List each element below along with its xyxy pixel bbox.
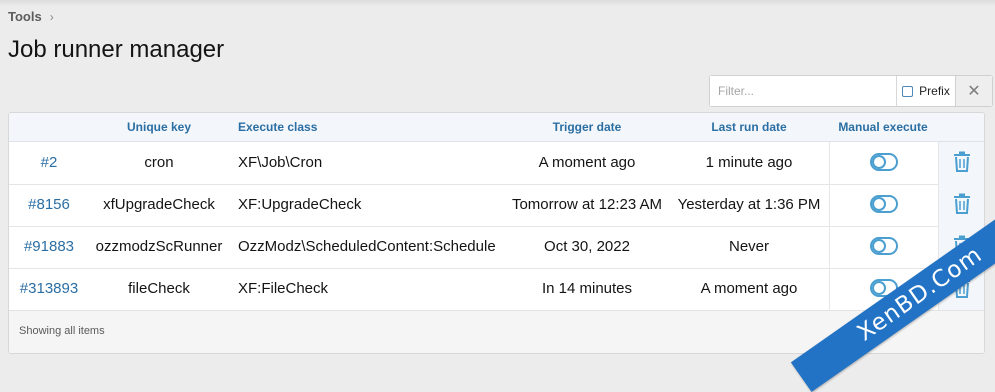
toggle-icon [870,153,898,172]
last-run-date: 1 minute ago [705,154,793,171]
table-row: #2 cron XF\Job\Cron A moment ago 1 minut… [9,142,984,185]
breadcrumb-link-tools[interactable]: Tools [8,9,42,24]
unique-key: ozzmodzScRunner [95,238,223,255]
execute-class: XF:UpgradeCheck [238,196,362,213]
delete-button[interactable] [938,142,984,184]
trigger-date: Oct 30, 2022 [544,238,630,255]
clear-filter-button[interactable]: ✕ [955,76,992,106]
trigger-date: A moment ago [538,154,636,171]
trigger-date: In 14 minutes [541,280,633,297]
unique-key: fileCheck [128,280,190,297]
toggle-icon [870,237,898,256]
header-manual-execute: Manual execute [838,120,928,134]
last-run-date: Yesterday at 1:36 PM [677,196,821,213]
execute-class: OzzModz\ScheduledContent:Schedule [238,238,496,255]
unique-key: cron [144,154,174,171]
table-row: #313893 fileCheck XF:FileCheck In 14 min… [9,268,984,311]
footer-status: Showing all items [19,325,105,337]
manual-execute-toggle[interactable] [829,142,938,184]
last-run-date: A moment ago [700,280,798,297]
header-execute-class: Execute class [238,120,318,134]
job-id-link[interactable]: #8156 [9,184,89,226]
delete-button[interactable] [938,184,984,226]
chevron-right-icon: › [49,9,54,24]
header-id [9,113,89,141]
checkbox-icon [902,85,914,97]
trigger-date: Tomorrow at 12:23 AM [511,196,663,213]
job-table: Unique key Execute class Trigger date La… [8,112,985,354]
trash-icon [954,193,970,215]
prefix-checkbox[interactable]: Prefix [896,76,955,106]
table-row: #8156 xfUpgradeCheck XF:UpgradeCheck Tom… [9,184,984,227]
table-row: #91883 ozzmodzScRunner OzzModz\Scheduled… [9,226,984,269]
last-run-date: Never [728,238,769,255]
header-last-run-date: Last run date [711,120,787,134]
header-trigger-date: Trigger date [552,120,622,134]
close-icon: ✕ [967,83,981,100]
job-id-link[interactable]: #91883 [9,226,89,268]
manual-execute-toggle[interactable] [829,226,938,268]
breadcrumb: Tools › [8,9,54,24]
header-unique-key: Unique key [126,120,192,134]
job-id-link[interactable]: #2 [9,142,89,184]
top-strip [0,0,995,6]
job-id-link[interactable]: #313893 [9,268,89,310]
table-header: Unique key Execute class Trigger date La… [9,113,984,142]
prefix-label: Prefix [919,84,950,98]
filter-bar: Prefix ✕ [709,75,993,107]
unique-key: xfUpgradeCheck [103,196,215,213]
execute-class: XF\Job\Cron [238,154,323,171]
filter-input[interactable] [710,76,896,106]
trash-icon [954,151,970,173]
manual-execute-toggle[interactable] [829,184,938,226]
toggle-icon [870,195,898,214]
page-title: Job runner manager [8,36,225,63]
execute-class: XF:FileCheck [238,280,329,297]
